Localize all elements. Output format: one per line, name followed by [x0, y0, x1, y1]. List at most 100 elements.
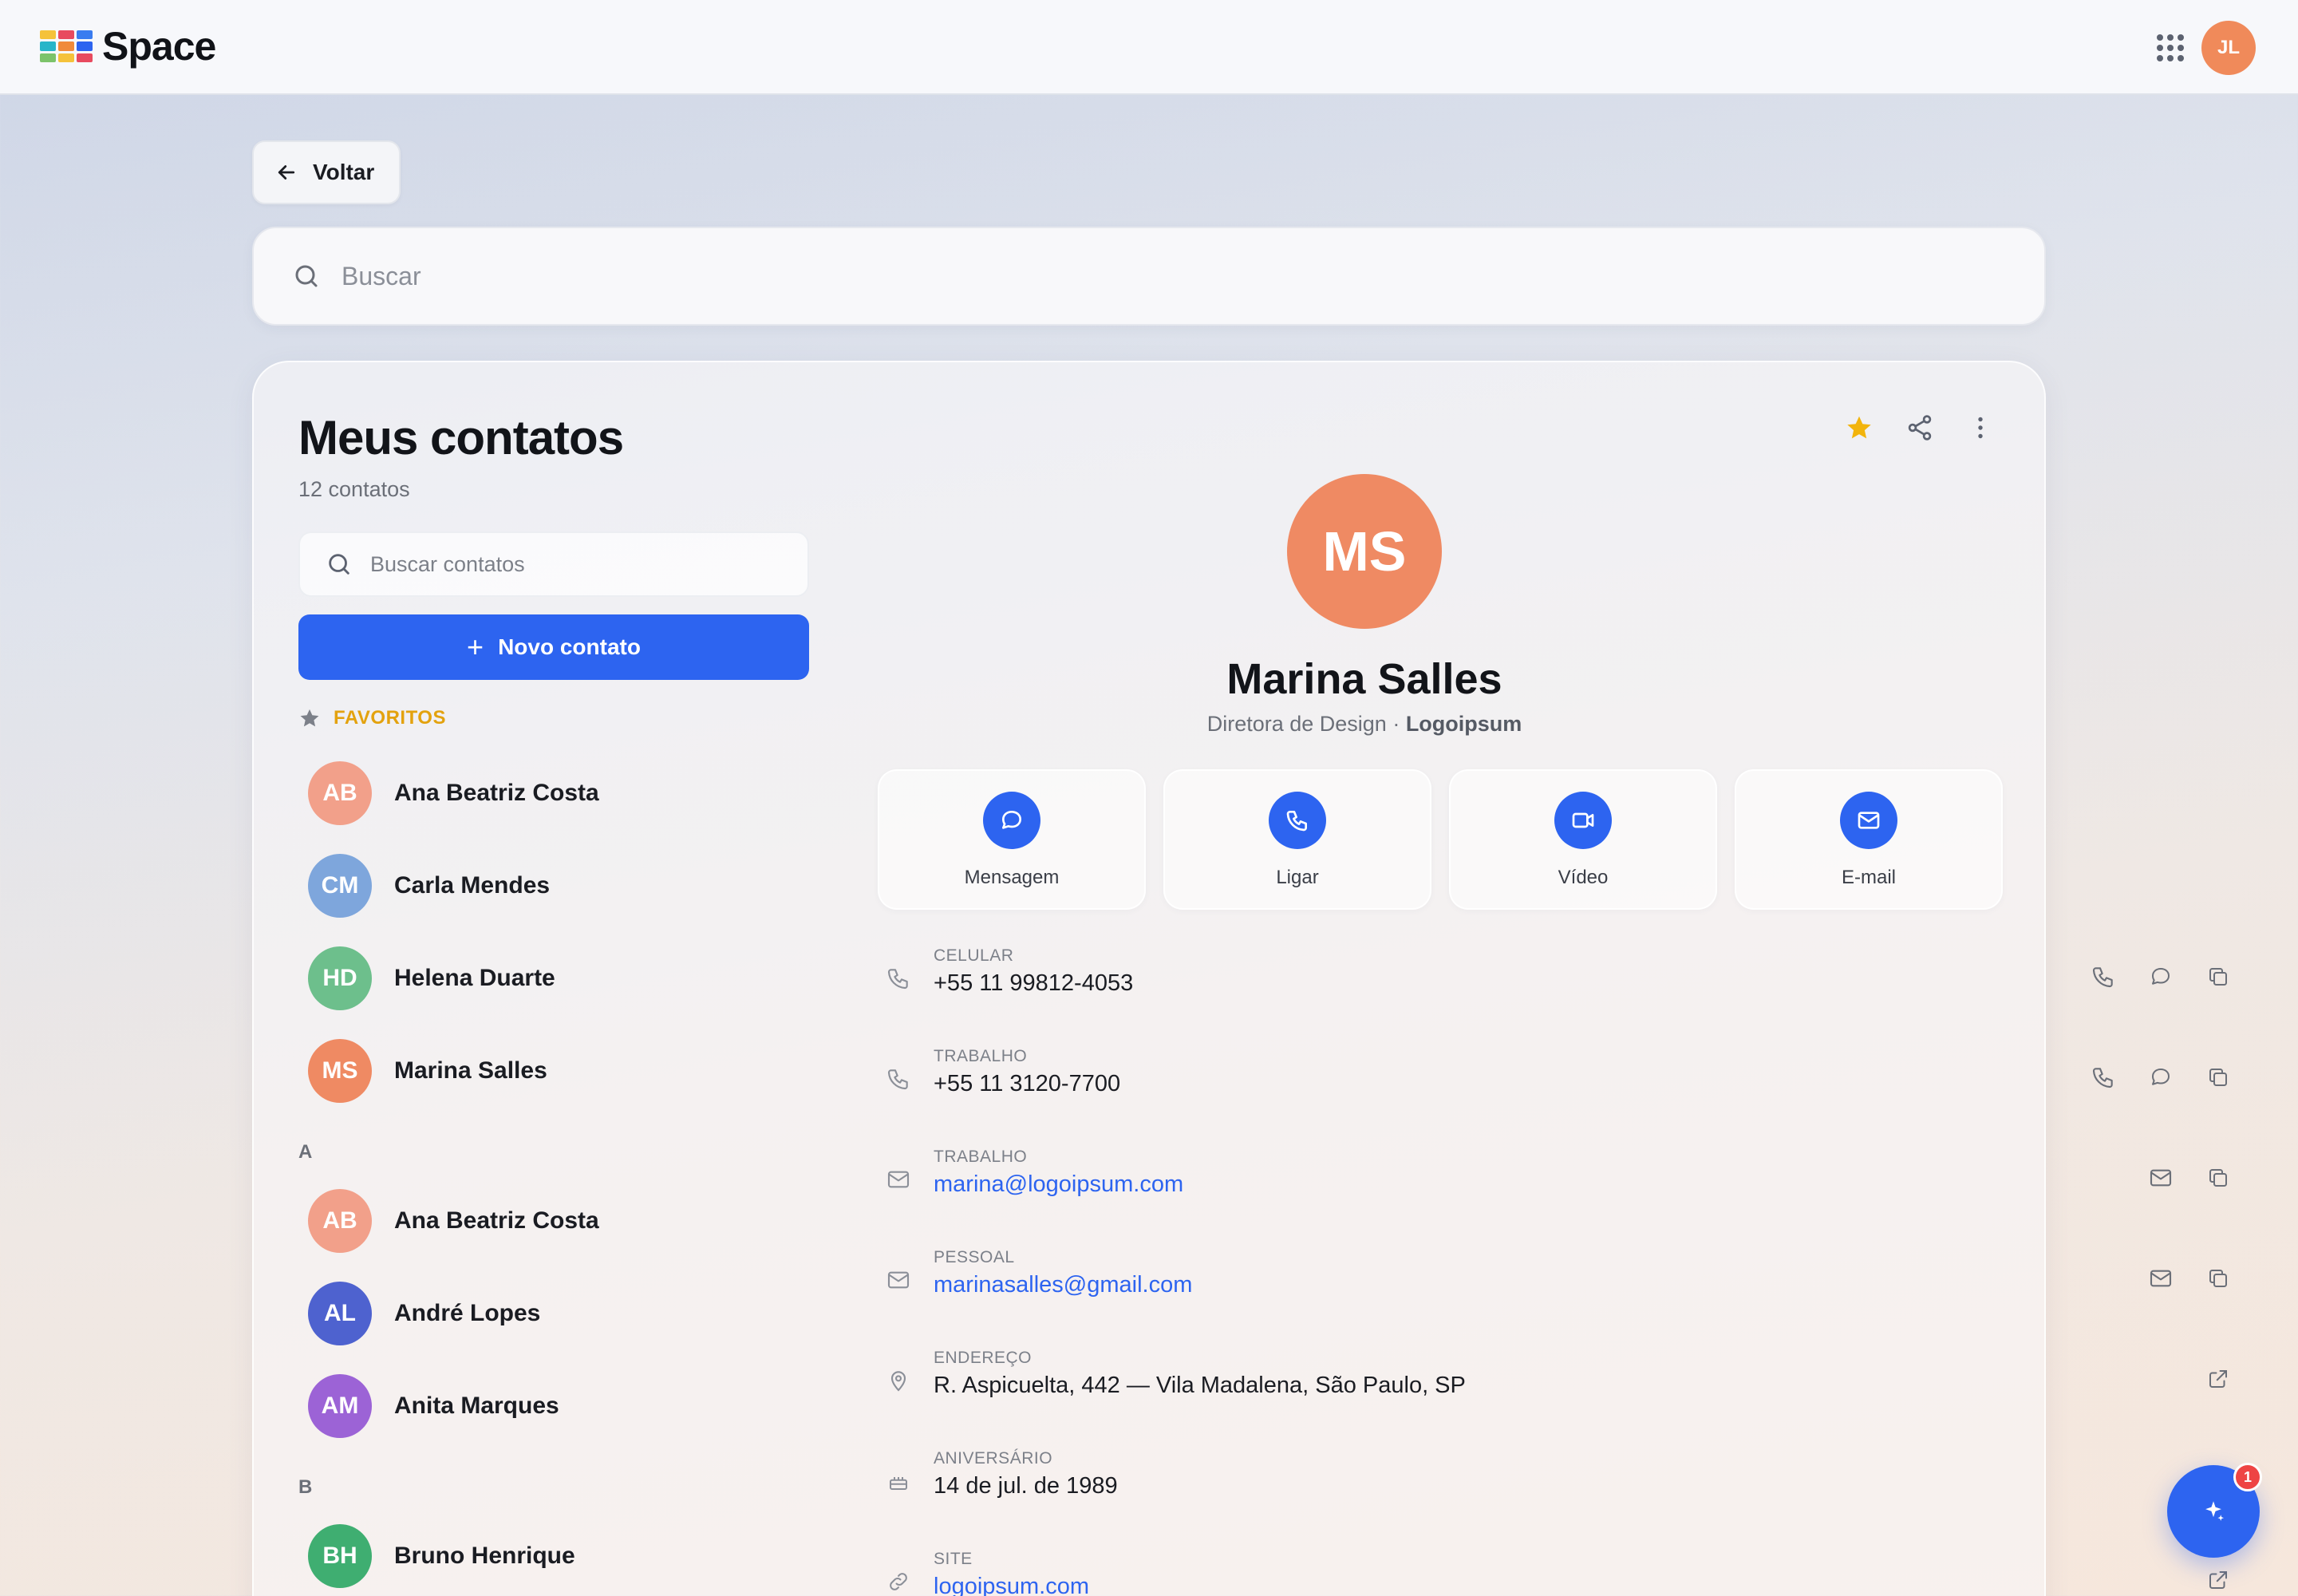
- copy-icon[interactable]: [2202, 1162, 2234, 1194]
- detail-role-title: Diretora de Design ·: [1206, 712, 1406, 736]
- location-icon: [884, 1366, 913, 1395]
- call-icon[interactable]: [2087, 961, 2119, 993]
- back-label: Voltar: [313, 160, 375, 184]
- field-label: TRABALHO: [934, 1148, 1028, 1166]
- contact-row[interactable]: AM Anita Marques: [308, 1366, 803, 1446]
- phone-icon: [1269, 792, 1326, 849]
- copy-icon[interactable]: [2202, 961, 2234, 993]
- contact-search-input[interactable]: Buscar contatos: [298, 531, 809, 597]
- arrow-left-icon: [278, 165, 295, 180]
- field-work-email: TRABALHO marina@logoipsum.com: [884, 1148, 2227, 1235]
- favorite-contact-row[interactable]: CM Carla Mendes: [308, 846, 803, 926]
- message-icon: [983, 792, 1040, 849]
- search-icon: [295, 265, 318, 287]
- more-options-icon[interactable]: [1963, 410, 1998, 445]
- send-mail-icon[interactable]: [2145, 1262, 2177, 1294]
- favorite-contact-row[interactable]: AB Ana Beatriz Costa: [308, 753, 803, 833]
- field-label: TRABALHO: [934, 1047, 1028, 1065]
- link-icon: [884, 1567, 913, 1596]
- contact-name: Carla Mendes: [394, 872, 551, 899]
- mail-icon: [884, 1165, 913, 1194]
- contact-name: Anita Marques: [394, 1393, 559, 1419]
- brand[interactable]: Space: [40, 24, 216, 69]
- mail-icon: [884, 1266, 913, 1294]
- video-action-button[interactable]: Vídeo: [1449, 769, 1717, 910]
- call-icon[interactable]: [2087, 1061, 2119, 1093]
- phone-icon: [884, 964, 913, 993]
- new-contact-label: Novo contato: [498, 634, 641, 659]
- avatar: BH: [308, 1524, 372, 1588]
- favorites-header: FAVORITOS: [298, 707, 446, 729]
- mail-icon: [1840, 792, 1897, 849]
- external-link-icon[interactable]: [2202, 1363, 2234, 1395]
- contact-name: Bruno Henrique: [394, 1543, 575, 1569]
- field-label: CELULAR: [934, 946, 1014, 965]
- contact-name: Helena Duarte: [394, 965, 555, 991]
- contact-search-placeholder: Buscar contatos: [370, 551, 525, 576]
- contact-name: André Lopes: [394, 1300, 541, 1326]
- detail-company: Logoipsum: [1405, 712, 1522, 736]
- video-icon: [1554, 792, 1612, 849]
- contacts-count: 12 contatos: [298, 477, 410, 501]
- favorite-star-icon[interactable]: [1842, 410, 1877, 445]
- avatar: CM: [308, 854, 372, 918]
- contact-name: Ana Beatriz Costa: [394, 1207, 599, 1234]
- user-avatar[interactable]: JL: [2201, 21, 2256, 75]
- message-action-button[interactable]: Mensagem: [878, 769, 1146, 910]
- contact-row[interactable]: AB Ana Beatriz Costa: [308, 1181, 803, 1261]
- field-value-link[interactable]: marinasalles@gmail.com: [934, 1272, 1192, 1298]
- call-action-button[interactable]: Ligar: [1163, 769, 1431, 910]
- contact-name: Ana Beatriz Costa: [394, 780, 599, 806]
- favorite-contact-row[interactable]: MS Marina Salles: [308, 1031, 803, 1111]
- field-value: 14 de jul. de 1989: [934, 1473, 1118, 1499]
- new-contact-button[interactable]: + Novo contato: [298, 614, 809, 680]
- field-label: ENDEREÇO: [934, 1349, 1033, 1367]
- avatar: HD: [308, 946, 372, 1010]
- avatar: MS: [308, 1039, 372, 1103]
- favorite-contact-row[interactable]: HD Helena Duarte: [308, 938, 803, 1018]
- back-button[interactable]: Voltar: [252, 140, 401, 204]
- space-logo-icon: [40, 30, 93, 62]
- copy-icon[interactable]: [2202, 1061, 2234, 1093]
- detail-avatar: MS: [1287, 474, 1442, 629]
- top-bar: Space JL: [0, 0, 2298, 95]
- copy-icon[interactable]: [2202, 1262, 2234, 1294]
- cake-icon: [884, 1467, 913, 1495]
- email-action-button[interactable]: E-mail: [1735, 769, 2003, 910]
- field-value[interactable]: R. Aspicuelta, 442 — Vila Madalena, São …: [934, 1373, 1466, 1399]
- action-label: E-mail: [1841, 867, 1896, 888]
- field-value-link[interactable]: marina@logoipsum.com: [934, 1171, 1183, 1198]
- notification-badge: 1: [2233, 1463, 2262, 1491]
- detail-role: Diretora de Design · Logoipsum: [1207, 712, 1522, 737]
- external-link-icon[interactable]: [2202, 1564, 2234, 1596]
- detail-name: Marina Salles: [1226, 655, 1502, 703]
- field-address: ENDEREÇO R. Aspicuelta, 442 — Vila Madal…: [884, 1349, 2227, 1436]
- field-value-link[interactable]: logoipsum.com: [934, 1574, 1089, 1596]
- avatar: AB: [308, 761, 372, 825]
- contact-row[interactable]: BH Bruno Henrique: [308, 1516, 803, 1596]
- contacts-card: Meus contatos 12 contatos Buscar contato…: [252, 361, 2227, 1596]
- contact-row[interactable]: AL André Lopes: [308, 1274, 803, 1353]
- avatar: AM: [308, 1374, 372, 1438]
- field-value[interactable]: +55 11 3120-7700: [934, 1071, 1120, 1097]
- contact-name: Marina Salles: [394, 1057, 547, 1084]
- field-birthday: ANIVERSÁRIO 14 de jul. de 1989: [884, 1449, 2017, 1537]
- action-label: Vídeo: [1558, 867, 1609, 888]
- quick-actions: Mensagem Ligar Vídeo E-mail: [878, 769, 2003, 910]
- section-letter-b: B: [298, 1476, 313, 1498]
- global-search-input[interactable]: Buscar: [252, 227, 2046, 326]
- message-icon[interactable]: [2145, 1061, 2177, 1093]
- field-personal-email: PESSOAL marinasalles@gmail.com: [884, 1248, 2227, 1336]
- field-value[interactable]: +55 11 99812-4053: [934, 970, 1133, 997]
- plus-icon: +: [467, 630, 484, 663]
- field-work-phone: TRABALHO +55 11 3120-7700: [884, 1047, 2227, 1135]
- page-title: Meus contatos: [298, 411, 624, 464]
- search-placeholder: Buscar: [342, 261, 421, 290]
- share-icon[interactable]: [1902, 410, 1937, 445]
- send-mail-icon[interactable]: [2145, 1162, 2177, 1194]
- message-icon[interactable]: [2145, 961, 2177, 993]
- field-label: PESSOAL: [934, 1248, 1015, 1266]
- star-icon: [300, 709, 319, 727]
- apps-grid-icon[interactable]: [2154, 32, 2186, 64]
- avatar: AB: [308, 1189, 372, 1253]
